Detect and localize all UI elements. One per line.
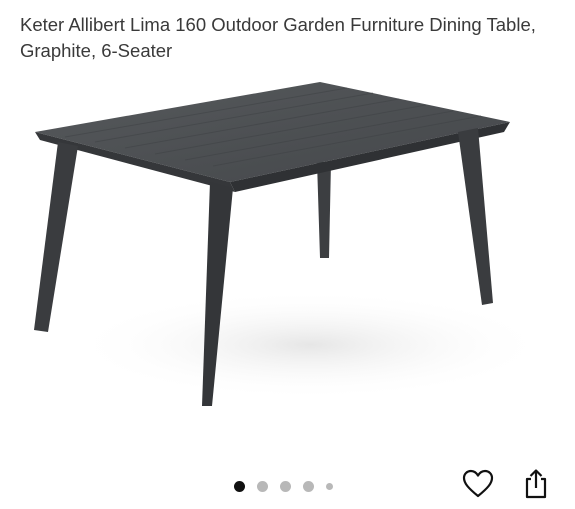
carousel-dot-4[interactable] [303,480,314,492]
heart-outline-icon [462,469,494,498]
carousel-dot-2[interactable] [257,480,268,492]
image-carousel-dots[interactable] [234,479,345,493]
product-title: Keter Allibert Lima 160 Outdoor Garden F… [20,14,536,61]
favorite-button[interactable] [460,466,496,502]
product-image[interactable] [30,70,550,425]
share-button[interactable] [518,466,554,502]
carousel-dot-1[interactable] [234,480,245,492]
share-upload-icon [525,469,547,499]
carousel-dot-3[interactable] [280,480,291,492]
carousel-dot-5[interactable] [326,482,333,490]
